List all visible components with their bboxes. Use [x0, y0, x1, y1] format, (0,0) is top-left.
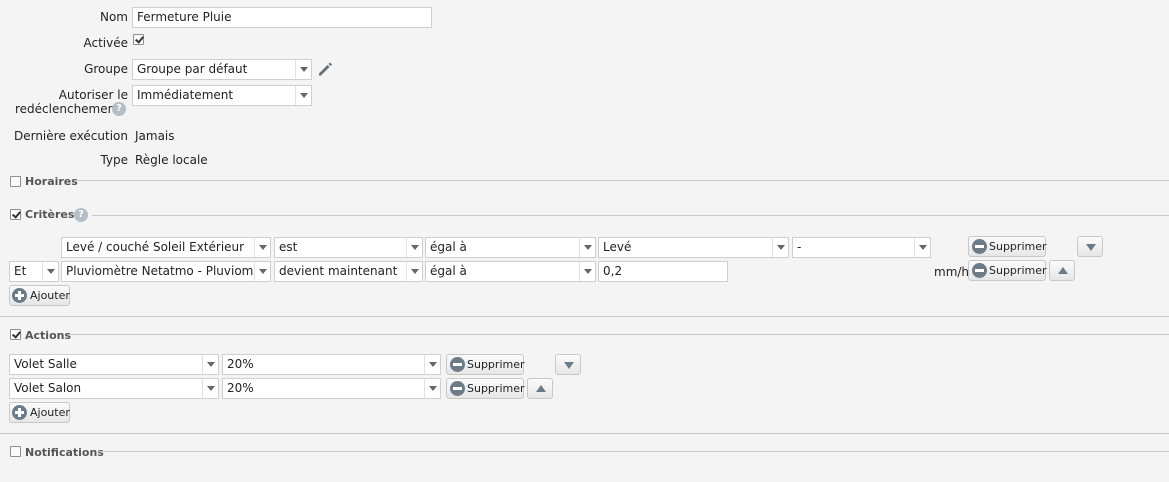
delete-criteria-label: Supprimer	[989, 240, 1047, 253]
section-divider	[76, 180, 1169, 181]
plus-circle-icon	[12, 405, 27, 420]
delete-action-button[interactable]: Supprimer	[446, 378, 525, 399]
action-device-select[interactable]: Volet Salon	[9, 378, 219, 399]
chevron-down-icon	[295, 60, 311, 79]
section-title-notifications: Notifications	[25, 446, 104, 459]
actions-checkbox[interactable]	[10, 329, 21, 340]
criteria-device-select[interactable]: Levé / couché Soleil Extérieur	[61, 237, 271, 258]
last-run-label: Dernière exécution	[13, 129, 128, 143]
help-icon[interactable]: ?	[112, 102, 126, 116]
chevron-down-icon	[772, 238, 788, 257]
action-value-select[interactable]: 20%	[222, 378, 441, 399]
chevron-down-icon	[579, 262, 595, 281]
criteria-comparator-select[interactable]: égal à	[425, 237, 596, 258]
minus-circle-icon	[450, 381, 465, 396]
criteria-device-value: Pluviomètre Netatmo - Pluviometrie	[66, 264, 271, 278]
chevron-down-icon	[424, 379, 440, 398]
criteria-value-input[interactable]: 0,2	[598, 261, 728, 282]
chevron-down-icon	[202, 355, 218, 374]
enabled-checkbox[interactable]	[133, 34, 144, 45]
add-action-label: Ajouter	[30, 406, 70, 419]
group-label: Groupe	[84, 62, 128, 76]
move-down-button[interactable]	[555, 354, 581, 375]
retrigger-select[interactable]: Immédiatement	[132, 85, 312, 106]
criteria-value-select[interactable]: Levé	[598, 237, 789, 258]
type-label: Type	[100, 153, 128, 167]
criteria-operator-select[interactable]: devient maintenant	[274, 261, 423, 282]
delete-criteria-button[interactable]: Supprimer	[968, 260, 1047, 281]
criteria-extra-select[interactable]: -	[792, 237, 931, 258]
delete-action-label: Supprimer	[467, 358, 525, 371]
chevron-down-icon	[579, 238, 595, 257]
criteria-device-select[interactable]: Pluviomètre Netatmo - Pluviometrie	[61, 261, 271, 282]
delete-action-button[interactable]: Supprimer	[446, 354, 525, 375]
section-divider	[0, 316, 1169, 317]
chevron-down-icon	[424, 355, 440, 374]
action-value-value: 20%	[227, 381, 254, 395]
plus-circle-icon	[12, 288, 27, 303]
chevron-down-icon	[202, 379, 218, 398]
criteria-comparator-select[interactable]: égal à	[425, 261, 596, 282]
chevron-down-icon	[42, 262, 58, 281]
criteria-operator-value: devient maintenant	[279, 264, 398, 278]
retrigger-label-line2: redéclenchement	[15, 102, 120, 116]
pencil-icon[interactable]	[316, 60, 334, 78]
section-title-criteres: Critères	[25, 208, 75, 221]
name-input[interactable]: Fermeture Pluie	[132, 7, 432, 28]
retrigger-select-value: Immédiatement	[137, 88, 234, 102]
chevron-down-icon	[254, 262, 270, 281]
action-value-select[interactable]: 20%	[222, 354, 441, 375]
criteria-unit: mm/h	[934, 265, 970, 279]
section-divider	[92, 215, 1169, 216]
section-divider	[71, 334, 1169, 335]
delete-criteria-button[interactable]: Supprimer	[968, 236, 1047, 257]
action-device-value: Volet Salon	[14, 381, 82, 395]
criteria-conjunction-value: Et	[14, 264, 27, 278]
criteria-device-value: Levé / couché Soleil Extérieur	[66, 240, 245, 254]
delete-action-label: Supprimer	[467, 382, 525, 395]
chevron-down-icon	[406, 238, 422, 257]
enabled-label: Activée	[83, 36, 128, 50]
type-value: Règle locale	[135, 153, 208, 167]
criteria-extra-value: -	[797, 240, 802, 254]
criteria-comparator-value: égal à	[430, 264, 467, 278]
add-action-button[interactable]: Ajouter	[9, 402, 70, 423]
chevron-down-icon	[254, 238, 270, 257]
criteria-operator-select[interactable]: est	[274, 237, 423, 258]
section-title-actions: Actions	[25, 329, 71, 342]
move-up-button[interactable]	[527, 378, 553, 399]
last-run-value: Jamais	[135, 129, 175, 143]
criteria-conjunction-select[interactable]: Et	[9, 261, 59, 282]
action-value-value: 20%	[227, 357, 254, 371]
move-down-button[interactable]	[1077, 236, 1103, 257]
minus-circle-icon	[450, 357, 465, 372]
chevron-down-icon	[295, 86, 311, 105]
group-select-value: Groupe par défaut	[137, 62, 248, 76]
retrigger-label-line1: Autoriser le	[58, 88, 128, 102]
horaires-checkbox[interactable]	[10, 176, 21, 187]
delete-criteria-label: Supprimer	[989, 264, 1047, 277]
minus-circle-icon	[972, 239, 987, 254]
action-device-value: Volet Salle	[14, 357, 77, 371]
move-up-button[interactable]	[1049, 260, 1075, 281]
action-device-select[interactable]: Volet Salle	[9, 354, 219, 375]
add-criteria-button[interactable]: Ajouter	[9, 285, 70, 306]
help-icon[interactable]: ?	[74, 208, 88, 222]
criteres-checkbox[interactable]	[10, 209, 21, 220]
criteria-operator-value: est	[279, 240, 298, 254]
group-select[interactable]: Groupe par défaut	[132, 59, 312, 80]
name-label: Nom	[99, 10, 128, 24]
criteria-comparator-value: égal à	[430, 240, 467, 254]
add-criteria-label: Ajouter	[30, 289, 70, 302]
criteria-value-value: Levé	[603, 240, 632, 254]
chevron-down-icon	[406, 262, 422, 281]
section-title-horaires: Horaires	[25, 175, 78, 188]
notifications-checkbox[interactable]	[10, 446, 21, 457]
chevron-down-icon	[914, 238, 930, 257]
section-divider	[98, 451, 1169, 452]
section-divider	[0, 433, 1169, 434]
minus-circle-icon	[972, 263, 987, 278]
